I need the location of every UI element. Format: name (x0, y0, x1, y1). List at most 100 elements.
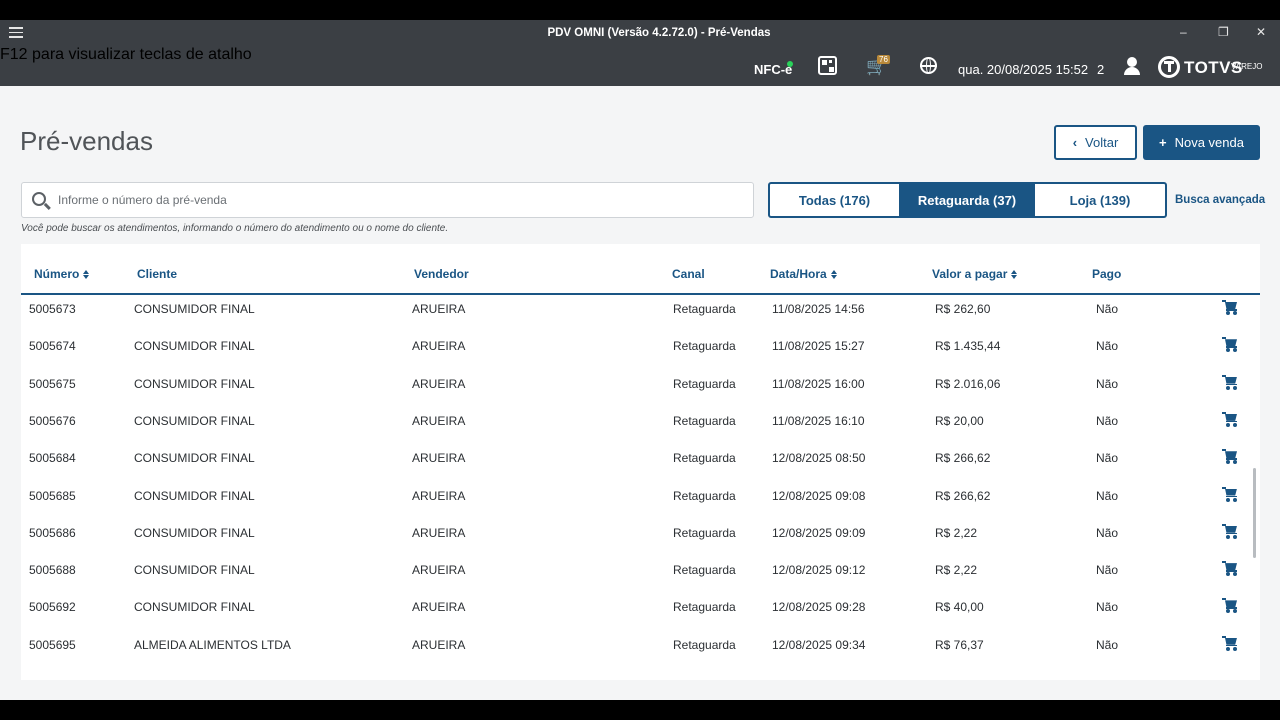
cell-cliente: CONSUMIDOR FINAL (134, 525, 255, 540)
cell-pago: Não (1096, 637, 1119, 652)
col-datahora[interactable]: Data/Hora (770, 267, 837, 281)
user-icon[interactable] (1124, 57, 1140, 75)
cell-datahora: 11/08/2025 15:27 (772, 339, 865, 354)
cell-vendedor: ARUEIRA (412, 339, 466, 354)
cell-numero: 5005673 (29, 302, 76, 316)
table-header: Número Cliente Vendedor Canal Data/Hora … (21, 244, 1260, 295)
new-sale-button[interactable]: + Nova venda (1143, 125, 1260, 160)
cell-vendedor: ARUEIRA (412, 525, 466, 540)
cell-pago: Não (1096, 413, 1119, 428)
cell-cliente: CONSUMIDOR FINAL (134, 376, 255, 391)
col-valor[interactable]: Valor a pagar (932, 267, 1018, 281)
minimize-button[interactable]: – (1180, 25, 1187, 39)
cell-datahora: 11/08/2025 16:10 (772, 413, 865, 428)
col-canal: Canal (672, 267, 705, 281)
table-row[interactable]: 5005674 CONSUMIDOR FINAL ARUEIRA Retaguarda… (21, 327, 1260, 364)
cell-datahora: 12/08/2025 09:12 (772, 563, 866, 578)
datetime: qua. 20/08/2025 15:52 (958, 62, 1089, 77)
filter-todas[interactable]: Todas (176) (770, 184, 901, 216)
window-title: PDV OMNI (Versão 4.2.72.0) - Pré-Vendas (547, 27, 771, 39)
filter-retaguarda[interactable]: Retaguarda (37) (901, 184, 1035, 216)
globe-icon[interactable] (920, 57, 937, 74)
search-help-text: Você pode buscar os atendimentos, inform… (21, 223, 449, 234)
cell-datahora: 12/08/2025 08:50 (772, 451, 866, 466)
search-box (21, 182, 754, 218)
cell-cliente: CONSUMIDOR FINAL (134, 488, 255, 503)
cell-datahora: 12/08/2025 09:28 (772, 600, 866, 615)
cell-pago: Não (1096, 302, 1119, 316)
cart-icon[interactable] (1222, 411, 1239, 427)
page-title: Pré-vendas (20, 126, 153, 156)
cell-numero: 5005684 (29, 451, 76, 466)
cell-numero: 5005695 (29, 637, 76, 652)
cell-numero: 5005686 (29, 525, 76, 540)
main-content: Pré-vendas ‹ Voltar + Nova venda Você po… (0, 86, 1280, 700)
channel-filter: Todas (176) Retaguarda (37) Loja (139) (768, 182, 1167, 218)
cell-cliente: ALMEIDA ALIMENTOS LTDA (134, 637, 291, 652)
back-button[interactable]: ‹ Voltar (1054, 125, 1137, 160)
cell-numero: 5005688 (29, 563, 76, 578)
cell-canal: Retaguarda (673, 525, 736, 540)
sort-icon (830, 270, 837, 280)
cell-pago: Não (1096, 376, 1119, 391)
qr-code-icon[interactable] (818, 56, 837, 75)
new-sale-button-label: Nova venda (1174, 135, 1244, 150)
filter-loja[interactable]: Loja (139) (1035, 184, 1165, 216)
cart-icon[interactable] (1222, 560, 1239, 577)
cell-canal: Retaguarda (673, 563, 736, 578)
table-row[interactable]: 5005686 CONSUMIDOR FINAL ARUEIRA Retaguarda… (21, 514, 1260, 551)
search-icon (32, 192, 46, 206)
search-input[interactable] (58, 183, 748, 217)
cell-numero: 5005675 (29, 376, 76, 391)
close-button[interactable]: ✕ (1256, 25, 1266, 39)
cell-cliente: CONSUMIDOR FINAL (134, 339, 255, 354)
cart-icon[interactable] (1222, 374, 1239, 390)
cell-pago: Não (1096, 525, 1119, 540)
restore-button[interactable]: ❐ (1218, 25, 1229, 39)
totvs-logo-icon (1158, 56, 1180, 78)
cell-valor: R$ 1.435,44 (935, 339, 1001, 354)
cell-vendedor: ARUEIRA (412, 413, 466, 428)
col-cliente: Cliente (137, 267, 178, 281)
plus-icon: + (1159, 135, 1167, 150)
table-row[interactable]: 5005688 CONSUMIDOR FINAL ARUEIRA Retaguarda… (21, 551, 1260, 588)
cell-pago: Não (1096, 600, 1119, 615)
cell-datahora: 11/08/2025 16:00 (772, 376, 865, 391)
cart-icon[interactable] (1222, 597, 1239, 614)
cart-icon[interactable] (1222, 448, 1239, 465)
brand-subtitle: VAREJO (1231, 62, 1263, 71)
col-numero[interactable]: Número (34, 267, 90, 281)
cell-pago: Não (1096, 451, 1119, 466)
table-row[interactable]: 5005675 CONSUMIDOR FINAL ARUEIRA Retaguarda… (21, 365, 1260, 402)
cell-cliente: CONSUMIDOR FINAL (134, 302, 255, 316)
top-toolbar: F12 para visualizar teclas de atalho NFC… (0, 46, 1280, 86)
cart-icon[interactable] (1222, 486, 1239, 502)
cart-icon[interactable] (1222, 635, 1239, 651)
cart-icon[interactable] (1222, 299, 1239, 315)
col-numero-label: Número (34, 267, 80, 281)
table-row[interactable]: 5005692 CONSUMIDOR FINAL ARUEIRA Retaguarda… (21, 588, 1260, 625)
cell-valor: R$ 2,22 (935, 563, 978, 578)
cell-canal: Retaguarda (673, 413, 736, 428)
cell-vendedor: ARUEIRA (412, 376, 466, 391)
col-datahora-label: Data/Hora (770, 267, 827, 281)
col-vendedor: Vendedor (414, 267, 469, 281)
advanced-search-link[interactable]: Busca avançada (1175, 194, 1265, 206)
col-valor-label: Valor a pagar (932, 267, 1008, 281)
table-row[interactable]: 5005673 CONSUMIDOR FINAL ARUEIRA Retaguarda… (21, 290, 1260, 327)
table-row[interactable]: 5005676 CONSUMIDOR FINAL ARUEIRA Retaguarda… (21, 402, 1260, 439)
scrollbar-thumb[interactable] (1253, 468, 1256, 558)
cell-valor: R$ 2.016,06 (935, 376, 1001, 391)
cell-valor: R$ 266,62 (935, 451, 991, 466)
cell-datahora: 11/08/2025 14:56 (772, 302, 865, 316)
cell-valor: R$ 76,37 (935, 637, 984, 652)
cart-icon[interactable] (1222, 336, 1239, 353)
chevron-left-icon: ‹ (1072, 135, 1078, 150)
table-row[interactable]: 5005684 CONSUMIDOR FINAL ARUEIRA Retaguarda… (21, 439, 1260, 476)
cart-icon[interactable] (1222, 523, 1239, 539)
cart-badge: 76 (877, 55, 890, 64)
table-row[interactable]: 5005685 CONSUMIDOR FINAL ARUEIRA Retaguarda… (21, 477, 1260, 514)
cell-valor: R$ 262,60 (935, 302, 991, 316)
table-row[interactable]: 5005695 ALMEIDA ALIMENTOS LTDA ARUEIRA Reta… (21, 626, 1260, 663)
cell-vendedor: ARUEIRA (412, 488, 466, 503)
